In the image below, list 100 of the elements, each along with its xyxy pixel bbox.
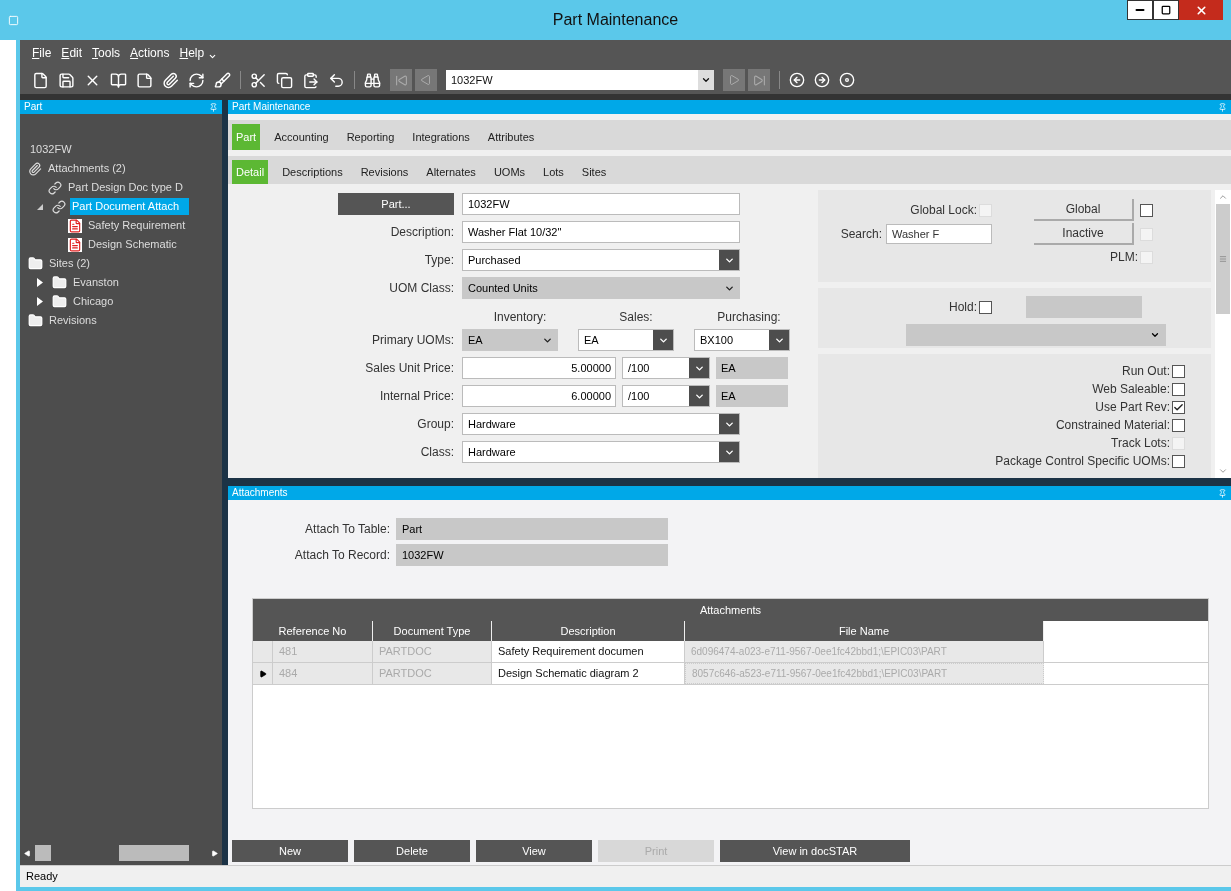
collapsed-triangle-icon[interactable] xyxy=(36,297,44,306)
action-button[interactable]: New xyxy=(232,840,348,862)
checkbox[interactable] xyxy=(1172,364,1185,378)
collapsed-triangle-icon[interactable] xyxy=(36,278,44,287)
field-label: Run Out: xyxy=(1121,363,1170,380)
tree-item[interactable]: Evanston xyxy=(71,274,121,291)
menu-item[interactable]: Help xyxy=(179,44,205,62)
table-cell: 8057c646-a523-e711-9567-0ee1fc42bbd1;\EPIC03\PART xyxy=(685,663,1044,684)
price-field[interactable]: 6.00000 xyxy=(462,385,616,407)
checkbox[interactable] xyxy=(1172,382,1185,396)
part-field[interactable]: 1032FW xyxy=(462,193,740,215)
checkbox[interactable] xyxy=(979,300,992,314)
new-file-icon[interactable] xyxy=(32,71,49,89)
paste-icon[interactable] xyxy=(302,71,319,89)
brush-icon[interactable] xyxy=(214,71,231,89)
field-label: Attach To Record: xyxy=(294,547,390,564)
action-button[interactable]: View xyxy=(476,840,592,862)
part-lookup-button[interactable]: Part... xyxy=(338,193,454,215)
tab[interactable]: Descriptions xyxy=(278,160,347,184)
row-selector[interactable] xyxy=(253,663,273,684)
folder-icon xyxy=(52,294,67,309)
note-icon[interactable] xyxy=(136,71,153,89)
copy-icon[interactable] xyxy=(276,71,293,89)
menu-item[interactable]: File xyxy=(32,44,52,62)
tab[interactable]: Revisions xyxy=(356,160,413,184)
dropdown-field[interactable]: Hardware xyxy=(462,441,740,463)
checkbox[interactable] xyxy=(1140,203,1153,217)
scroll-thumb[interactable] xyxy=(1216,204,1230,314)
dropdown-button[interactable] xyxy=(719,250,739,270)
search-field[interactable]: Washer F xyxy=(886,224,992,244)
column-header[interactable]: File Name xyxy=(685,621,1044,641)
dropdown-button[interactable] xyxy=(689,386,709,406)
paperclip-icon[interactable] xyxy=(162,71,179,89)
maximize-icon xyxy=(1161,5,1171,15)
vertical-scrollbar[interactable] xyxy=(1215,190,1231,478)
dropdown-button[interactable] xyxy=(769,330,789,350)
tree-item[interactable]: Chicago xyxy=(71,293,116,310)
tree-item[interactable]: Revisions xyxy=(47,312,99,329)
save-icon[interactable] xyxy=(58,71,75,89)
field-label: Use Part Rev: xyxy=(1095,399,1170,416)
action-button[interactable]: Delete xyxy=(354,840,470,862)
dropdown-button[interactable] xyxy=(719,442,739,462)
scroll-left-icon[interactable] xyxy=(24,849,31,857)
refresh-icon[interactable] xyxy=(188,71,205,89)
dropdown-field[interactable]: /100 xyxy=(622,385,710,407)
action-button[interactable]: View in docSTAR xyxy=(720,840,910,862)
scroll-thumb[interactable] xyxy=(35,845,51,861)
tree-item[interactable]: Sites (2) xyxy=(47,255,92,272)
column-heading: Inventory: xyxy=(492,309,548,326)
tree-item[interactable]: Part Design Doc type D xyxy=(66,179,185,196)
column-header[interactable]: Reference No xyxy=(253,621,373,641)
checkbox[interactable] xyxy=(1172,418,1185,432)
checkbox[interactable] xyxy=(1172,400,1185,414)
column-header[interactable]: Description xyxy=(492,621,685,641)
dropdown-field[interactable]: Hardware xyxy=(462,413,740,435)
dropdown-button[interactable] xyxy=(719,414,739,434)
uom-field: EA xyxy=(716,357,788,379)
checkbox[interactable] xyxy=(1172,454,1185,468)
price-field[interactable]: 5.00000 xyxy=(462,357,616,379)
menu-item[interactable]: Edit xyxy=(61,44,83,62)
dropdown-field[interactable]: EA xyxy=(578,329,674,351)
maximize-button[interactable] xyxy=(1153,0,1179,20)
tab[interactable]: UOMs xyxy=(489,160,530,184)
column-header[interactable]: Document Type xyxy=(373,621,492,641)
dropdown-field[interactable]: BX100 xyxy=(694,329,790,351)
dropdown-field[interactable]: Purchased xyxy=(462,249,740,271)
next-icon xyxy=(728,74,740,86)
tree-item[interactable]: 1032FW xyxy=(28,141,74,158)
record-field[interactable]: 1032FW xyxy=(446,70,714,90)
scroll-right-icon[interactable] xyxy=(211,849,218,857)
tree-item[interactable]: Design Schematic xyxy=(86,236,179,253)
tree-item[interactable]: Attachments (2) xyxy=(46,160,128,177)
menu-item[interactable]: Actions xyxy=(130,44,170,62)
tree-item[interactable]: Safety Requirement xyxy=(86,217,188,234)
dropdown-field[interactable]: /100 xyxy=(622,357,710,379)
dropdown-button[interactable] xyxy=(653,330,673,350)
binoculars-icon[interactable] xyxy=(364,71,381,89)
description-field[interactable]: Washer Flat 10/32" xyxy=(462,221,740,243)
tab[interactable]: Integrations xyxy=(408,124,474,150)
tab[interactable]: Alternates xyxy=(422,160,480,184)
forward-icon[interactable] xyxy=(814,72,830,88)
cut-icon[interactable] xyxy=(250,71,267,89)
book-icon[interactable] xyxy=(110,71,127,89)
tab[interactable]: Reporting xyxy=(342,124,399,150)
disc-icon[interactable] xyxy=(839,72,855,88)
menu-item[interactable]: Tools xyxy=(92,44,121,62)
scroll-thumb[interactable] xyxy=(119,845,189,861)
back-icon[interactable] xyxy=(789,72,805,88)
tab[interactable]: Sites xyxy=(577,160,611,184)
global-button[interactable]: Global xyxy=(1034,199,1134,221)
minimize-button[interactable] xyxy=(1127,0,1153,20)
undo-icon[interactable] xyxy=(328,71,345,89)
field-label: UOM Class: xyxy=(389,280,454,297)
dropdown-button[interactable] xyxy=(689,358,709,378)
tab[interactable]: Attributes xyxy=(483,124,539,150)
field-label: Track Lots: xyxy=(1111,435,1170,452)
tab[interactable]: Accounting xyxy=(270,124,333,150)
field-label: Hold: xyxy=(949,299,977,316)
tab[interactable]: Lots xyxy=(539,160,568,184)
expanded-triangle-icon[interactable] xyxy=(36,202,44,211)
